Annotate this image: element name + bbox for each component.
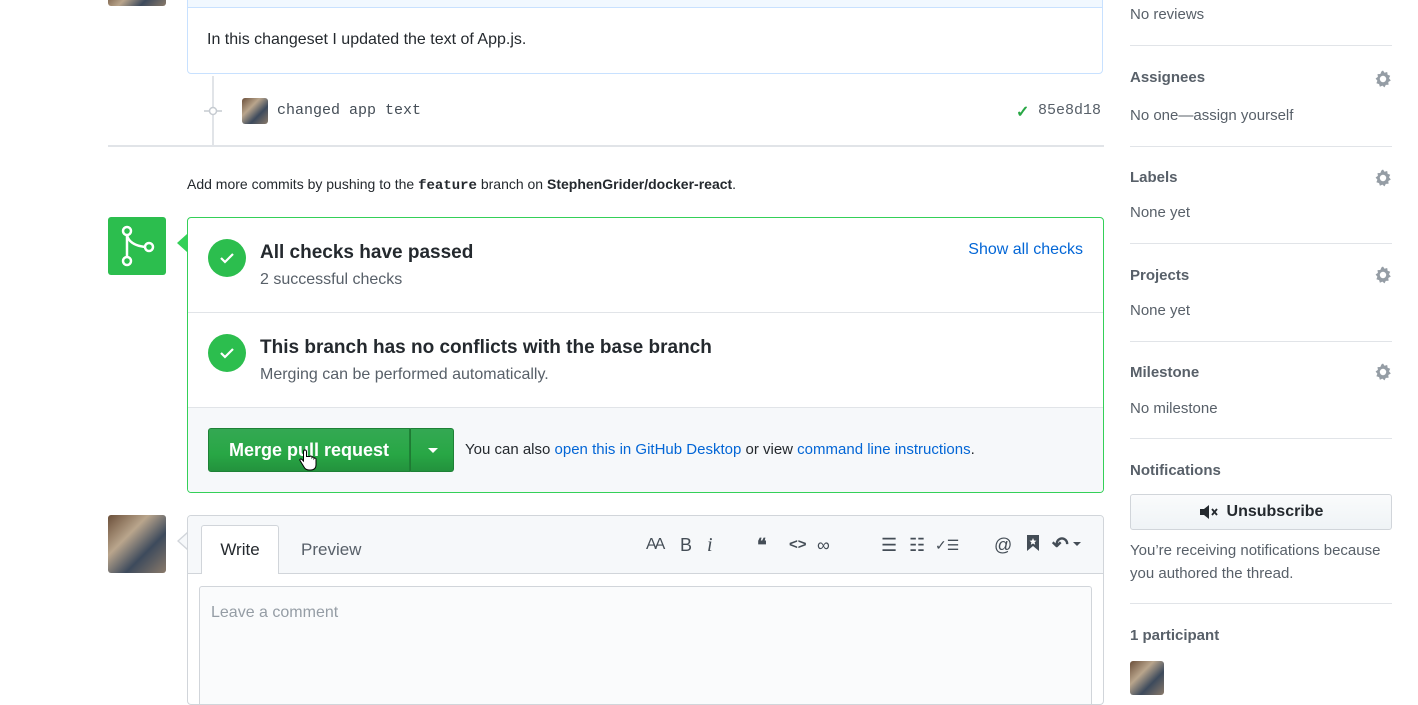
projects-value: None yet (1130, 302, 1191, 319)
merge-box: All checks have passed 2 successful chec… (187, 217, 1104, 493)
sidebar-divider (1130, 438, 1392, 439)
show-all-checks-link[interactable]: Show all checks (968, 241, 1083, 259)
conflicts-title: This branch has no conflicts with the ba… (260, 337, 712, 358)
composer-header: Write Preview AA B i ❝ <> ∞ ☰ ☷ ✓☰ @ ↶ (188, 516, 1103, 574)
participants-heading: 1 participant (1130, 627, 1220, 644)
assignees-gear-icon[interactable] (1374, 70, 1392, 88)
timeline-divider (108, 145, 1104, 147)
sidebar-divider (1130, 146, 1392, 147)
comment-header (188, 0, 1102, 8)
merge-method-dropdown-button[interactable] (410, 428, 454, 472)
unsubscribe-button[interactable]: Unsubscribe (1130, 494, 1392, 530)
conflicts-subtitle: Merging can be performed automatically. (260, 366, 549, 383)
hand-cursor-icon (299, 449, 317, 471)
saved-replies-tool-icon[interactable] (1026, 534, 1040, 556)
milestone-heading[interactable]: Milestone (1130, 364, 1199, 381)
current-user-avatar[interactable] (108, 515, 166, 573)
no-conflicts-icon (208, 334, 246, 372)
merge-box-separator (188, 312, 1103, 313)
sidebar-divider (1130, 243, 1392, 244)
command-line-instructions-link[interactable]: command line instructions (797, 441, 970, 458)
unsubscribe-label: Unsubscribe (1226, 503, 1324, 520)
tab-preview[interactable]: Preview (301, 540, 361, 560)
projects-gear-icon[interactable] (1374, 266, 1392, 284)
labels-heading[interactable]: Labels (1130, 169, 1178, 186)
code-tool-icon[interactable]: <> (789, 534, 807, 556)
mention-tool-icon[interactable]: @ (994, 534, 1012, 556)
author-avatar[interactable] (108, 0, 166, 6)
numbered-list-tool-icon[interactable]: ☷ (909, 534, 925, 556)
reply-tool-icon[interactable]: ↶ (1052, 534, 1069, 556)
caret-down-icon (428, 448, 438, 453)
projects-heading[interactable]: Projects (1130, 267, 1189, 284)
comment-body-text: In this changeset I updated the text of … (207, 31, 527, 48)
merge-help-suffix: . (970, 441, 975, 458)
labels-value: None yet (1130, 204, 1191, 221)
italic-tool-icon[interactable]: i (707, 534, 713, 556)
sidebar-divider (1130, 603, 1392, 604)
bulleted-list-tool-icon[interactable]: ☰ (881, 534, 897, 556)
notifications-heading: Notifications (1130, 462, 1221, 479)
push-hint-suffix: . (732, 176, 737, 192)
bold-tool-icon[interactable]: B (680, 534, 692, 556)
push-hint-middle: branch on (480, 176, 544, 192)
tab-write[interactable]: Write (201, 525, 279, 574)
task-list-tool-icon[interactable]: ✓☰ (935, 534, 959, 556)
notification-reason: You’re receiving notifications because y… (1130, 542, 1381, 582)
milestone-value: No milestone (1130, 400, 1218, 417)
merge-actions: Merge pull request You can also open thi… (188, 407, 1103, 492)
participant-avatar[interactable] (1130, 661, 1164, 695)
commit-icon (204, 106, 222, 116)
merge-help-text: You can also open this in GitHub Desktop… (465, 441, 975, 458)
git-merge-icon (108, 217, 166, 275)
merge-help-middle: or view (745, 441, 793, 458)
commit-message-link[interactable]: changed app text (277, 102, 421, 119)
repo-name: StephenGrider/docker-react (547, 176, 733, 192)
comment-composer: Write Preview AA B i ❝ <> ∞ ☰ ☷ ✓☰ @ ↶ L… (187, 515, 1104, 705)
assignees-heading[interactable]: Assignees (1130, 69, 1205, 86)
sidebar-divider (1130, 45, 1392, 46)
checks-subtitle: 2 successful checks (260, 271, 403, 288)
sidebar-divider (1130, 341, 1392, 342)
checks-title: All checks have passed (260, 242, 474, 263)
assignees-value[interactable]: No one—assign yourself (1130, 107, 1293, 124)
merge-help-prefix: You can also (465, 441, 551, 458)
comment-placeholder: Leave a comment (211, 604, 339, 621)
mute-icon (1199, 505, 1218, 519)
reviewers-value: No reviews (1130, 6, 1205, 23)
comment-textarea[interactable]: Leave a comment (199, 586, 1092, 704)
quote-tool-icon[interactable]: ❝ (757, 534, 767, 556)
labels-gear-icon[interactable] (1374, 169, 1392, 187)
milestone-gear-icon[interactable] (1374, 363, 1392, 381)
reply-dropdown-caret-icon[interactable] (1073, 542, 1081, 546)
merge-box-pointer (177, 234, 187, 252)
link-tool-icon[interactable]: ∞ (817, 534, 830, 556)
push-hint: Add more commits by pushing to the featu… (187, 176, 736, 194)
branch-name: feature (418, 178, 477, 194)
open-in-desktop-link[interactable]: open this in GitHub Desktop (555, 441, 742, 458)
push-hint-prefix: Add more commits by pushing to the (187, 176, 415, 192)
checks-passed-icon (208, 239, 246, 277)
commit-author-avatar[interactable] (242, 98, 268, 124)
commit-sha-link[interactable]: 85e8d18 (1038, 102, 1101, 119)
heading-tool-icon[interactable]: AA (646, 534, 665, 556)
commit-status-check-icon[interactable]: ✓ (1016, 102, 1029, 122)
